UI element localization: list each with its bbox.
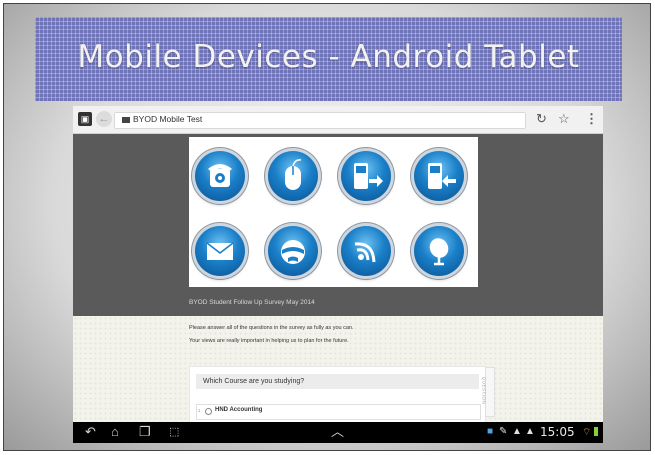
notification-icon[interactable]: ■ — [487, 426, 493, 437]
tab-switcher-icon[interactable]: ▣ — [78, 112, 92, 126]
globe-icon — [268, 226, 318, 276]
battery-icon — [594, 427, 598, 436]
phone-arrow-right-icon — [341, 151, 391, 201]
survey-title: BYOD Student Follow Up Survey May 2014 — [189, 299, 315, 306]
clock: 15:05 — [540, 425, 575, 439]
intro-line-1: Please answer all of the questions in th… — [189, 325, 354, 331]
warning-icon: ▲ — [512, 426, 522, 437]
question-side-tab[interactable]: QUESTION — [481, 367, 495, 417]
bookmark-star-icon[interactable]: ☆ — [558, 110, 570, 128]
option-row[interactable]: 1 HND Accounting — [196, 404, 481, 420]
tablet-screenshot: ▣ ← BYOD Mobile Test ↻ ☆ ⋮ BYOD Student … — [73, 106, 603, 443]
recent-apps-icon[interactable]: ❐ — [139, 424, 151, 440]
favicon-icon — [122, 117, 130, 123]
telephone-icon — [195, 151, 245, 201]
satellite-dish-icon — [414, 226, 464, 276]
warning-icon-2: ▲ — [525, 426, 535, 437]
url-text: BYOD Mobile Test — [133, 114, 203, 124]
survey-body: Please answer all of the questions in th… — [73, 316, 603, 428]
browser-toolbar: ▣ ← BYOD Mobile Test ↻ ☆ ⋮ — [73, 106, 603, 134]
title-banner: Mobile Devices - Android Tablet — [35, 17, 622, 101]
intro-line-2: Your views are really important in helpi… — [189, 338, 349, 344]
back-arrow-icon[interactable]: ← — [96, 111, 112, 127]
question-title-bar: Which Course are you studying? — [196, 374, 479, 389]
question-title: Which Course are you studying? — [203, 378, 305, 385]
option-number: 1 — [198, 408, 201, 413]
question-card: Which Course are you studying? QUESTION … — [189, 366, 495, 428]
mouse-icon — [268, 151, 318, 201]
side-tab-label: QUESTION — [481, 376, 487, 405]
slide-title: Mobile Devices - Android Tablet — [77, 39, 580, 75]
header-image — [189, 137, 478, 287]
up-chevron-icon[interactable]: ︿ — [331, 424, 344, 440]
reload-icon[interactable]: ↻ — [536, 110, 547, 128]
slide: Mobile Devices - Android Tablet ▣ ← BYOD… — [3, 3, 651, 451]
system-navigation-bar: ↶ ⌂ ❐ ⬚ ︿ ■ ✎ ▲ ▲ 15:05 ⌔ — [73, 422, 603, 443]
option-label: HND Accounting — [215, 407, 263, 413]
pencil-icon: ✎ — [499, 426, 508, 437]
wifi-icon: ⌔ — [582, 427, 592, 438]
envelope-icon — [195, 226, 245, 276]
address-bar[interactable]: BYOD Mobile Test — [114, 112, 526, 129]
back-nav-icon[interactable]: ↶ — [85, 424, 96, 440]
radio-button[interactable] — [205, 408, 212, 415]
wireless-signal-icon — [341, 226, 391, 276]
screenshot-icon[interactable]: ⬚ — [169, 424, 179, 440]
home-nav-icon[interactable]: ⌂ — [111, 424, 119, 440]
phone-arrow-left-icon — [414, 151, 464, 201]
page-header: BYOD Student Follow Up Survey May 2014 — [73, 134, 603, 316]
overflow-menu-icon[interactable]: ⋮ — [585, 110, 598, 128]
